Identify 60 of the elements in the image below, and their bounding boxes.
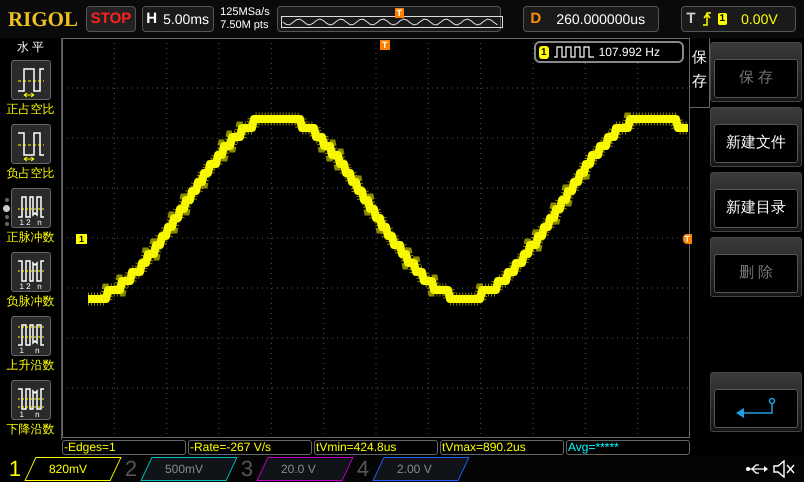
measure-label: 下降沿数	[6, 422, 54, 436]
index-labels: 1 n	[20, 410, 40, 419]
measure-label: 负脉冲数	[6, 294, 54, 308]
measure-label: 上升沿数	[6, 358, 54, 372]
rising-edge-icon	[702, 12, 712, 26]
menu-title: 水 平	[16, 40, 44, 54]
channel-marker: 1	[76, 234, 88, 244]
brand-logo: RIGOL	[8, 6, 80, 32]
measure-label: 正占空比	[6, 102, 54, 116]
timebase-panel[interactable]: H 5.00ms	[142, 6, 214, 32]
timebase-label: H	[146, 8, 158, 29]
menu-button-label: 保 存	[738, 68, 774, 88]
measure-button[interactable]	[10, 60, 50, 100]
measure-label: 正脉冲数	[6, 230, 54, 244]
channel-number[interactable]: 1	[0, 456, 30, 482]
trigger-position-marker: T	[380, 40, 390, 50]
run-state-indicator[interactable]: STOP	[86, 6, 136, 32]
delay-panel[interactable]: D 260.000000us	[523, 6, 660, 32]
measure-button[interactable]: 1 n	[10, 380, 50, 420]
measurement-readout: tVmin=424.8us	[314, 440, 438, 455]
measure-button[interactable]: 1 n	[10, 316, 50, 356]
menu-button[interactable]: 新建目录	[710, 172, 802, 232]
menu-button-label: 新建文件	[726, 133, 786, 154]
delay-label: D	[530, 8, 542, 29]
menu-button-label: 删 除	[738, 263, 774, 284]
measurement-readout: -Edges=1	[62, 440, 186, 455]
menu-title: 保存	[692, 48, 707, 92]
trigger-label: T	[686, 8, 696, 29]
channel-scale-panel[interactable]: 820mV	[24, 457, 122, 481]
menu-button[interactable]: 新建文件	[710, 107, 802, 167]
measurement-readout: -Rate=-267 V/s	[188, 440, 312, 455]
channel-scale-panel[interactable]: 20.0 V	[256, 457, 354, 481]
channel-badge: 1	[539, 46, 549, 58]
square-wave-icon	[554, 46, 594, 58]
menu-button[interactable]	[710, 372, 802, 432]
measure-button[interactable]	[10, 124, 50, 164]
usb-icon	[746, 463, 768, 475]
menu-button-label: 新建目录	[726, 198, 786, 218]
channel-scale-panel[interactable]: 2.00 V	[372, 457, 470, 481]
measure-button[interactable]: 1 2 n	[10, 188, 50, 228]
measure-button[interactable]: 1 2 n	[10, 252, 50, 292]
measurement-readout: tVmax=890.2us	[440, 440, 564, 455]
trigger-panel[interactable]: T 1 0.00V	[681, 6, 796, 32]
timebase-value: 5.00ms	[163, 10, 210, 28]
channel-scale-panel[interactable]: 500mV	[140, 457, 238, 481]
trigger-source-badge: 1	[718, 13, 728, 25]
trigger-level: 0.00V	[741, 10, 778, 28]
memory-depth: 7.50M pts	[220, 19, 270, 32]
measurement-readout: Avg=*****	[566, 440, 690, 455]
index-labels: 1 2 n	[20, 282, 42, 291]
trigger-level-marker: T	[682, 234, 692, 244]
frequency-value: 107.992 Hz	[598, 44, 660, 61]
return-arrow-icon	[734, 396, 778, 420]
measure-label: 负占空比	[6, 166, 54, 180]
delay-value: 260.000000us	[556, 10, 646, 28]
index-labels: 1 2 n	[20, 218, 42, 227]
index-labels: 1 n	[20, 346, 40, 355]
sample-rate: 125MSa/s	[220, 6, 271, 19]
trigger-position-marker: T	[394, 8, 404, 18]
mute-icon[interactable]	[772, 460, 796, 478]
